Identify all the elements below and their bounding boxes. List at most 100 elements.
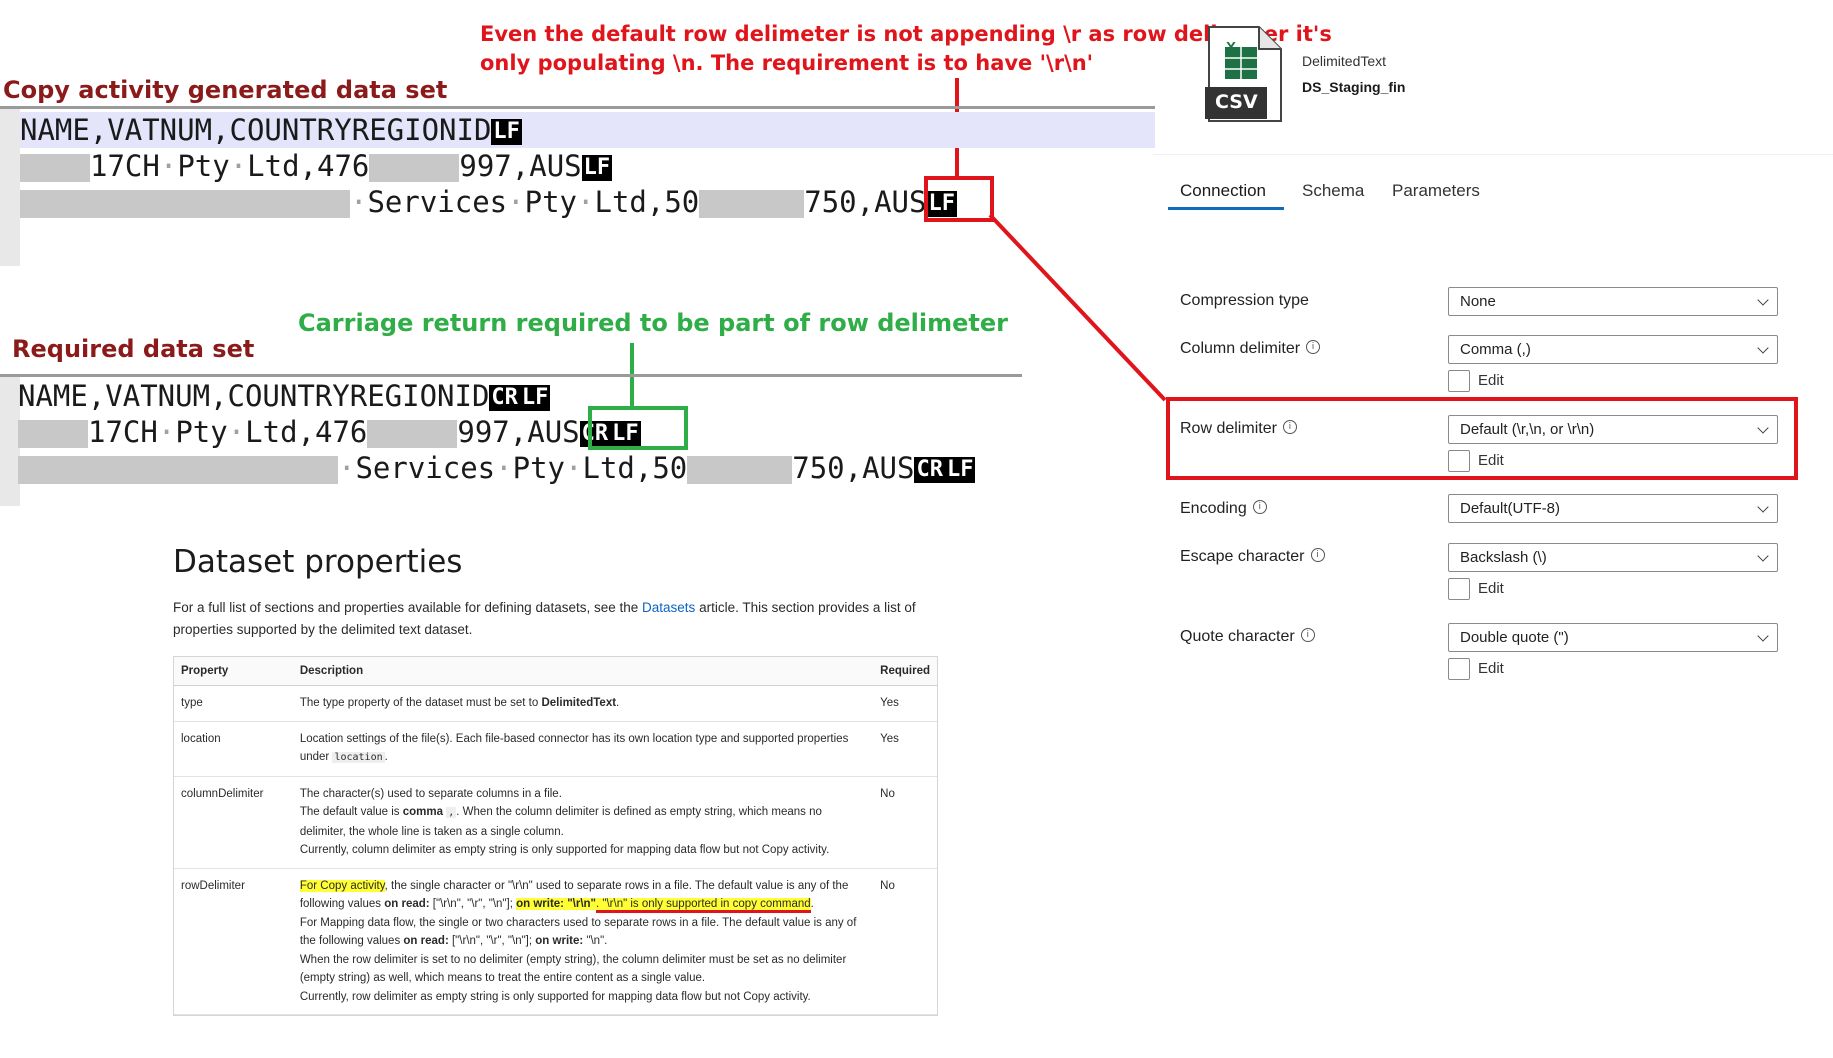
- cell-property: columnDelimiter: [174, 776, 293, 869]
- redacted-block: [369, 154, 460, 182]
- dataset-type: DelimitedText: [1302, 53, 1387, 69]
- csv-file-icon: X CSV: [1203, 25, 1283, 123]
- redacted-block: [20, 154, 90, 182]
- code-text: Pty: [524, 185, 578, 219]
- csv-icon-label: CSV: [1215, 91, 1258, 113]
- tab-parameters[interactable]: Parameters: [1380, 180, 1492, 210]
- column-delimiter-label: Column delimiter i: [1180, 340, 1321, 358]
- select-value: Backslash (\): [1460, 549, 1547, 566]
- code-text: Ltd,50: [582, 451, 688, 485]
- editor-gutter: [0, 106, 20, 266]
- header-required: Required: [873, 657, 937, 686]
- cell-required: No: [873, 776, 937, 869]
- desc-text: The default value is: [299, 806, 400, 818]
- quote-character-select[interactable]: Double quote ("): [1448, 623, 1778, 652]
- compression-type-select[interactable]: None: [1448, 287, 1778, 316]
- code-text: Pty: [175, 415, 228, 449]
- tab-connection[interactable]: Connection: [1168, 180, 1278, 210]
- code-line-3: ·Services·Pty·Ltd,50 750,AUSCR LF: [18, 450, 976, 486]
- redacted-block: [687, 456, 793, 484]
- desc-text: .: [384, 751, 388, 763]
- code-line-2: 17CH·Pty·Ltd,476 997,AUSLF: [20, 148, 613, 184]
- intro-text: For a full list of sections and properti…: [173, 600, 639, 615]
- active-tab-underline: [1168, 207, 1284, 210]
- cell-description: The character(s) used to separate column…: [292, 776, 874, 869]
- cell-property: type: [174, 685, 293, 722]
- cell-description: For Copy activity, the single character …: [292, 868, 874, 1015]
- cell-property: rowDelimiter: [174, 868, 293, 1015]
- code-text: Ltd,476: [247, 149, 370, 183]
- editor-gutter: [0, 374, 20, 506]
- code-line-3: ·Services·Pty·Ltd,50 750,AUSLF: [20, 184, 957, 220]
- chevron-down-icon: [1757, 550, 1769, 562]
- label-text: Quote character: [1180, 628, 1295, 645]
- desc-paragraph: For Mapping data flow, the single or two…: [300, 914, 866, 951]
- column-delimiter-select[interactable]: Comma (,): [1448, 335, 1778, 364]
- dataset-name: DS_Staging_fin: [1302, 79, 1406, 95]
- info-icon[interactable]: i: [1300, 628, 1315, 642]
- desc-text: Currently, row delimiter as empty string…: [299, 990, 811, 1003]
- code-text: 750,AUS: [804, 185, 927, 219]
- code-text: 997,AUS: [459, 149, 582, 183]
- highlighted-text: . "\r\n" is only supported in copy comma…: [596, 898, 811, 913]
- label-text: Column delimiter: [1180, 340, 1301, 357]
- code-text: Services: [355, 451, 496, 485]
- info-icon[interactable]: i: [1306, 340, 1321, 354]
- select-value: Default(UTF-8): [1460, 500, 1561, 517]
- tab-schema[interactable]: Schema: [1290, 180, 1376, 210]
- cr-marker: CR: [914, 457, 945, 483]
- chevron-down-icon: [1757, 501, 1769, 513]
- edit-checkbox[interactable]: [1448, 370, 1470, 392]
- cell-required: Yes: [873, 685, 937, 722]
- desc-bold: comma: [402, 806, 444, 818]
- desc-code: ,: [446, 807, 457, 818]
- code-text: 997,AUS: [457, 415, 580, 449]
- table-row: rowDelimiter For Copy activity, the sing…: [174, 868, 937, 1015]
- desc-code: location: [332, 752, 385, 763]
- info-icon[interactable]: i: [1310, 548, 1325, 562]
- code-text: Ltd,50: [594, 185, 700, 219]
- compression-type-label: Compression type: [1180, 292, 1309, 309]
- encoding-select[interactable]: Default(UTF-8): [1448, 494, 1778, 523]
- table-header-row: Property Description Required: [174, 657, 937, 686]
- select-value: None: [1460, 293, 1496, 310]
- edit-label: Edit: [1478, 371, 1504, 389]
- header-description: Description: [292, 657, 874, 686]
- escape-character-label: Escape character i: [1180, 548, 1325, 566]
- desc-text: When the row delimiter is set to no deli…: [299, 953, 847, 985]
- code-text: NAME,VATNUM,COUNTRYREGIONID: [18, 379, 490, 413]
- lf-marker: LF: [944, 457, 976, 483]
- select-value: Comma (,): [1460, 341, 1531, 358]
- info-icon[interactable]: i: [1252, 500, 1267, 514]
- table-row: type The type property of the dataset mu…: [174, 685, 937, 722]
- highlighted-bold: on write: "\r\n": [516, 898, 596, 910]
- cell-property: location: [174, 721, 293, 777]
- desc-text: .: [616, 697, 620, 709]
- desc-text: .: [810, 898, 814, 910]
- escape-character-select[interactable]: Backslash (\): [1448, 543, 1778, 572]
- edit-checkbox[interactable]: [1448, 658, 1470, 680]
- tabs-divider: [1153, 154, 1833, 155]
- quote-character-label: Quote character i: [1180, 628, 1315, 646]
- datasets-link[interactable]: Datasets: [642, 600, 695, 615]
- edit-label: Edit: [1478, 579, 1504, 597]
- edit-label: Edit: [1478, 659, 1504, 677]
- code-text: 17CH: [88, 415, 158, 449]
- chevron-down-icon: [1757, 630, 1769, 642]
- copy-panel-label: Copy activity generated data set: [3, 76, 448, 104]
- desc-bold: on write:: [535, 935, 584, 947]
- code-line-1: NAME,VATNUM,COUNTRYREGIONIDCR LF: [18, 378, 551, 414]
- column-delimiter-edit: Edit: [1448, 370, 1504, 392]
- lf-marker: LF: [491, 119, 522, 145]
- edit-checkbox[interactable]: [1448, 578, 1470, 600]
- code-text: Pty: [512, 451, 566, 485]
- desc-text: ["\r\n", "\r", "\n"];: [432, 898, 513, 910]
- escape-character-edit: Edit: [1448, 578, 1504, 600]
- lf-marker: LF: [581, 155, 613, 181]
- chevron-down-icon: [1757, 342, 1769, 354]
- chevron-down-icon: [1757, 294, 1769, 306]
- table-row: columnDelimiter The character(s) used to…: [174, 776, 937, 869]
- redacted-block: [699, 190, 805, 218]
- properties-table: Property Description Required type The t…: [173, 656, 938, 1016]
- code-line-2: 17CH·Pty·Ltd,476 997,AUSCR LF: [18, 414, 641, 450]
